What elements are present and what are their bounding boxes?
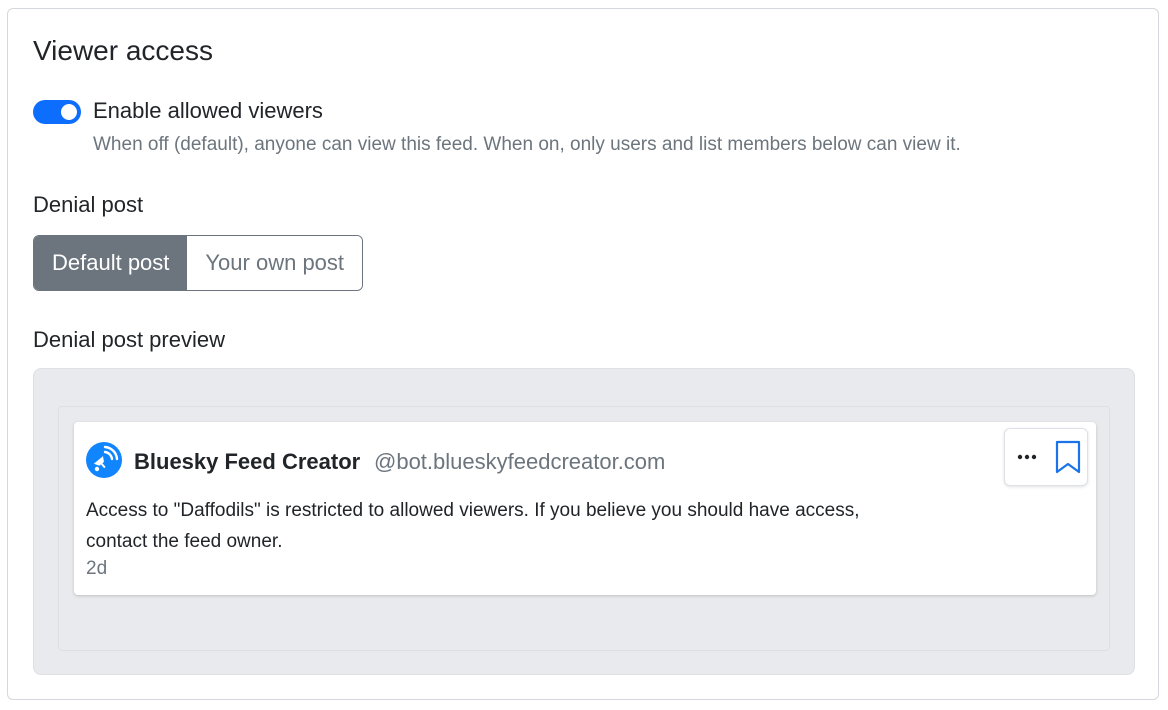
bookmark-button[interactable]: [1049, 429, 1087, 485]
post-card: Bluesky Feed Creator @bot.blueskyfeedcre…: [74, 422, 1096, 595]
avatar: [86, 442, 122, 478]
own-post-button[interactable]: Your own post: [187, 236, 363, 290]
ellipsis-icon: [1017, 454, 1037, 460]
post-text-line-2: contact the feed owner.: [86, 531, 283, 552]
bookmark-icon: [1055, 440, 1081, 474]
toggle-label: Enable allowed viewers: [93, 98, 323, 123]
post-text-line-1: Access to "Daffodils" is restricted to a…: [86, 500, 860, 521]
post-author[interactable]: Bluesky Feed Creator: [134, 449, 360, 475]
preview-label: Denial post preview: [33, 327, 225, 352]
toggle-help-text: When off (default), anyone can view this…: [93, 134, 961, 155]
post-text: Access to "Daffodils" is restricted to a…: [86, 495, 906, 557]
post-actions: [1004, 428, 1088, 486]
denial-post-label: Denial post: [33, 192, 144, 217]
satellite-icon: [93, 445, 119, 472]
default-post-button[interactable]: Default post: [34, 236, 188, 290]
denial-post-segmented-control: Default post Your own post: [33, 235, 364, 291]
post-handle[interactable]: @bot.blueskyfeedcreator.com: [374, 449, 665, 475]
preview-frame: Bluesky Feed Creator @bot.blueskyfeedcre…: [58, 406, 1110, 651]
toggle-knob: [61, 104, 77, 120]
post-timestamp: 2d: [86, 558, 108, 579]
denial-post-preview: Bluesky Feed Creator @bot.blueskyfeedcre…: [33, 368, 1135, 675]
viewer-access-card: Viewer access Enable allowed viewers Whe…: [7, 8, 1159, 700]
more-options-button[interactable]: [1005, 429, 1049, 485]
allowed-viewers-toggle[interactable]: [33, 100, 81, 124]
section-title: Viewer access: [33, 35, 214, 66]
